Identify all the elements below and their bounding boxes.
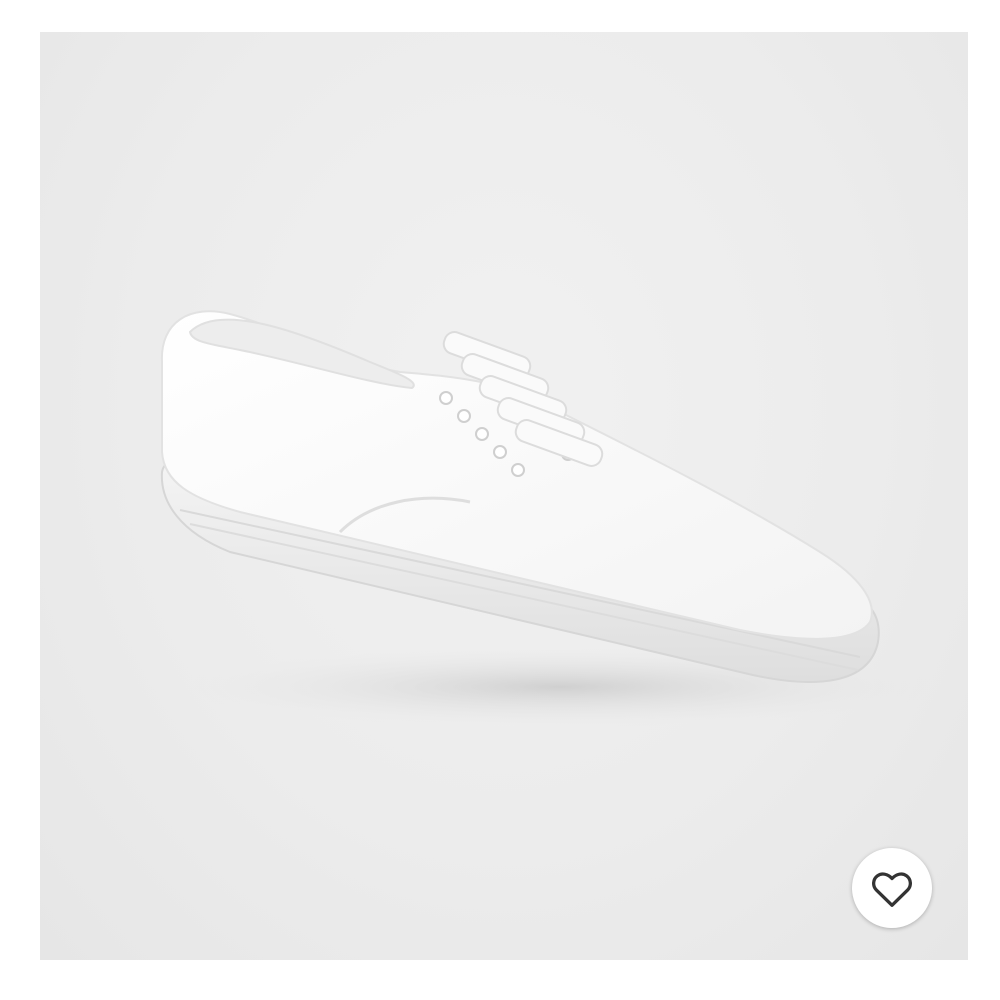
favorite-button[interactable] xyxy=(852,848,932,928)
product-image-page xyxy=(0,0,1000,1000)
heart-outline-icon xyxy=(872,872,912,907)
sneaker-image xyxy=(160,310,940,727)
product-image[interactable] xyxy=(40,32,968,960)
